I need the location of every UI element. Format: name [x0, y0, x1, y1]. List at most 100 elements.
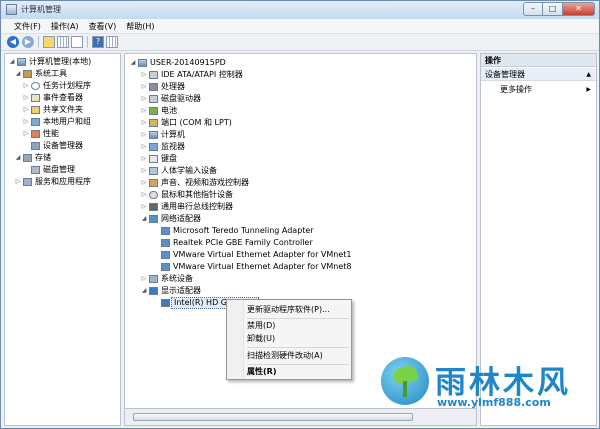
title-bar[interactable]: 计算机管理 – □ ✕	[1, 1, 599, 19]
device-category[interactable]: ▷ 人体学输入设备	[140, 165, 470, 177]
expand-icon[interactable]: ▷	[22, 116, 30, 128]
device-category[interactable]: ▷ 系统设备	[140, 273, 470, 285]
expand-icon[interactable]: ▷	[140, 117, 148, 129]
tree-item-services-applications[interactable]: ▷ 服务和应用程序	[14, 176, 120, 188]
tree-item-device-manager[interactable]: 设备管理器	[22, 140, 120, 152]
expand-icon[interactable]: ▷	[140, 69, 148, 81]
expand-icon[interactable]: ▷	[140, 189, 148, 201]
menu-uninstall[interactable]: 卸载(U)	[247, 333, 275, 345]
menu-help[interactable]: 帮助(H)	[121, 19, 159, 33]
device-category[interactable]: ▷ 鼠标和其他指针设备	[140, 189, 470, 201]
device-label: 处理器	[161, 82, 185, 91]
device-category[interactable]: ▷ IDE ATA/ATAPI 控制器	[140, 69, 470, 81]
device-category-display[interactable]: ◢ 显示适配器	[140, 285, 470, 297]
up-folder-icon[interactable]	[43, 36, 55, 48]
device-label: 键盘	[161, 154, 177, 163]
expand-icon[interactable]: ▷	[22, 80, 30, 92]
tree-item-event-viewer[interactable]: ▷ 事件查看器	[22, 92, 120, 104]
device-category[interactable]: ▷ 磁盘驱动器	[140, 93, 470, 105]
maximize-button[interactable]: □	[543, 2, 563, 16]
device-item[interactable]: VMware Virtual Ethernet Adapter for VMne…	[152, 249, 470, 261]
menu-bar: 文件(F) 操作(A) 查看(V) 帮助(H)	[1, 19, 599, 34]
expand-icon[interactable]: ▷	[140, 81, 148, 93]
expand-icon[interactable]: ▷	[140, 105, 148, 117]
device-item[interactable]: Microsoft Teredo Tunneling Adapter	[152, 225, 470, 237]
collapse-icon[interactable]: ◢	[14, 68, 22, 80]
device-category[interactable]: ▷ 处理器	[140, 81, 470, 93]
expand-icon[interactable]: ▷	[140, 153, 148, 165]
tree-item-label: 服务和应用程序	[35, 177, 91, 186]
menu-action[interactable]: 操作(A)	[46, 19, 84, 33]
tree-item-disk-management[interactable]: 磁盘管理	[22, 164, 120, 176]
action-pane-icon[interactable]	[106, 36, 118, 48]
device-item[interactable]: Realtek PCIe GBE Family Controller	[152, 237, 470, 249]
expand-icon[interactable]: ▷	[14, 176, 22, 188]
toolbar-separator	[38, 36, 39, 48]
minimize-button[interactable]: –	[523, 2, 543, 16]
disk-icon	[149, 95, 158, 103]
show-hide-tree-icon[interactable]	[57, 36, 69, 48]
device-category[interactable]: ▷ 计算机	[140, 129, 470, 141]
device-category[interactable]: ▷ 通用串行总线控制器	[140, 201, 470, 213]
scrollbar-thumb[interactable]	[133, 413, 413, 421]
watermark: 雨林木风 www.ylmf888.com	[381, 353, 597, 425]
actions-section-device-manager[interactable]: 设备管理器 ▲	[481, 68, 596, 81]
collapse-up-icon[interactable]: ▲	[586, 68, 591, 81]
expand-icon[interactable]: ▷	[22, 104, 30, 116]
menu-file[interactable]: 文件(F)	[9, 19, 46, 33]
device-root[interactable]: ◢ USER-20140915PD	[129, 57, 469, 69]
network-adapter-icon	[161, 239, 170, 247]
tree-item-performance[interactable]: ▷ 性能	[22, 128, 120, 140]
device-category[interactable]: ▷ 端口 (COM 和 LPT)	[140, 117, 470, 129]
device-category[interactable]: ▷ 监视器	[140, 141, 470, 153]
device-item[interactable]: VMware Virtual Ethernet Adapter for VMne…	[152, 261, 470, 273]
expand-icon[interactable]: ▷	[140, 93, 148, 105]
device-label: USER-20140915PD	[150, 58, 226, 67]
clock-icon	[31, 82, 40, 90]
device-category[interactable]: ▷ 声音、视频和游戏控制器	[140, 177, 470, 189]
menu-update-driver[interactable]: 更新驱动程序软件(P)...	[247, 304, 330, 316]
expand-icon[interactable]: ▷	[140, 129, 148, 141]
menu-disable[interactable]: 禁用(D)	[247, 320, 275, 332]
expand-icon[interactable]: ▷	[140, 141, 148, 153]
collapse-icon[interactable]: ◢	[8, 56, 16, 68]
computer-management-icon	[6, 4, 17, 15]
device-category[interactable]: ▷ 键盘	[140, 153, 470, 165]
close-button[interactable]: ✕	[563, 2, 595, 16]
device-label: IDE ATA/ATAPI 控制器	[161, 70, 243, 79]
collapse-icon[interactable]: ◢	[140, 285, 148, 297]
help-icon[interactable]: ?	[92, 36, 104, 48]
menu-view[interactable]: 查看(V)	[84, 19, 122, 33]
device-category-network[interactable]: ◢ 网络适配器	[140, 213, 470, 225]
back-arrow-icon[interactable]: ◀	[7, 36, 19, 48]
tree-item-label: 本地用户和组	[43, 117, 91, 126]
tree-item-computer-management[interactable]: ◢ 计算机管理(本地)	[8, 56, 120, 68]
properties-icon[interactable]	[71, 36, 83, 48]
device-category[interactable]: ▷ 电池	[140, 105, 470, 117]
collapse-icon[interactable]: ◢	[129, 57, 137, 69]
menu-scan-hardware[interactable]: 扫描检测硬件改动(A)	[247, 350, 323, 362]
menu-properties[interactable]: 属性(R)	[247, 366, 276, 378]
menu-separator	[247, 347, 349, 348]
tree-item-local-users[interactable]: ▷ 本地用户和组	[22, 116, 120, 128]
submenu-arrow-icon: ▶	[586, 86, 591, 93]
collapse-icon[interactable]: ◢	[14, 152, 22, 164]
tree-item-shared-folders[interactable]: ▷ 共享文件夹	[22, 104, 120, 116]
collapse-icon[interactable]: ◢	[140, 213, 148, 225]
tree-item-task-scheduler[interactable]: ▷ 任务计划程序	[22, 80, 120, 92]
tree-item-storage[interactable]: ◢ 存储	[14, 152, 120, 164]
expand-icon[interactable]: ▷	[22, 128, 30, 140]
more-actions-item[interactable]: 更多操作 ▶	[481, 83, 596, 96]
ylmf-logo-icon	[381, 357, 429, 405]
expand-icon[interactable]: ▷	[140, 177, 148, 189]
toolbar-separator	[87, 36, 88, 48]
tree-item-system-tools[interactable]: ◢ 系统工具	[14, 68, 120, 80]
expand-icon[interactable]: ▷	[140, 165, 148, 177]
context-menu: 更新驱动程序软件(P)... 禁用(D) 卸载(U) 扫描检测硬件改动(A) 属…	[226, 299, 352, 380]
expand-icon[interactable]: ▷	[140, 273, 148, 285]
expand-icon[interactable]: ▷	[140, 201, 148, 213]
expand-icon[interactable]: ▷	[22, 92, 30, 104]
forward-arrow-icon[interactable]: ▶	[22, 36, 34, 48]
